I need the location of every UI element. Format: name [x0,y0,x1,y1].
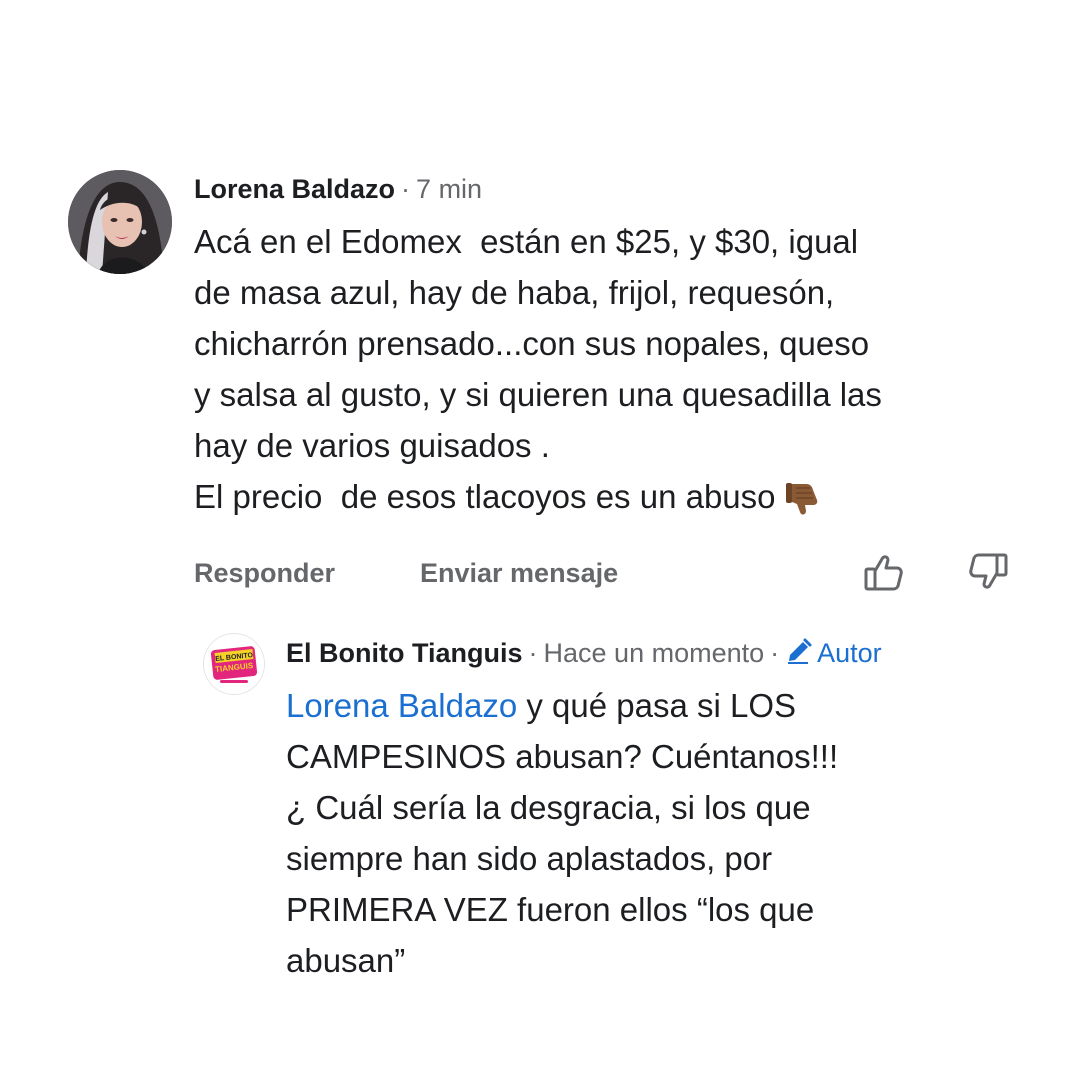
author-name[interactable]: Lorena Baldazo [194,174,395,204]
reply-button[interactable]: Responder [194,558,335,589]
reply-line: siempre han sido aplastados, por [286,840,773,877]
separator: · [401,174,411,204]
comment-header: Lorena Baldazo · 7 min [194,168,1054,210]
reply-line: PRIMERA VEZ fueron ellos “los que [286,891,815,928]
reply-line: y qué pasa si LOS [517,687,797,724]
reply-body: El Bonito Tianguis · Hace un momento · Autor… [286,632,1046,986]
separator: · [770,638,780,668]
comment-line: hay de varios guisados . [194,427,550,464]
thumbs-down-icon [784,478,824,532]
avatar[interactable] [68,170,172,274]
tianguis-logo-icon: EL BONITO TIANGUIS [204,634,264,694]
like-icon[interactable] [862,550,906,601]
comment-line: Acá en el Edomex están en $25, y $30, ig… [194,223,859,260]
mention-link[interactable]: Lorena Baldazo [286,687,517,724]
reply-text: Lorena Baldazo y qué pasa si LOS CAMPESI… [286,680,1046,986]
reply-header: El Bonito Tianguis · Hace un momento · Autor [286,632,1046,674]
reply-line: abusan” [286,942,406,979]
dislike-icon[interactable] [966,550,1010,601]
comment-line: y salsa al gusto, y si quieren una quesa… [194,376,882,413]
author-badge: Autor [785,638,882,668]
comment-body: Lorena Baldazo · 7 min Acá en el Edomex es… [194,168,1054,602]
comment-text: Acá en el Edomex están en $25, y $30, ig… [194,216,1054,532]
page-avatar[interactable]: EL BONITO TIANGUIS [204,634,264,694]
comment-actions: Responder Enviar mensaje [194,550,1054,602]
comment-line: El precio de esos tlacoyos es un abuso [194,478,776,515]
author-badge-label: Autor [817,638,882,668]
pencil-icon [788,638,812,664]
timestamp[interactable]: 7 min [416,174,482,204]
send-message-button[interactable]: Enviar mensaje [420,558,618,589]
profile-photo [68,170,172,274]
timestamp[interactable]: Hace un momento [544,638,765,668]
separator: · [528,638,538,668]
comment-line: chicharrón prensado...con sus nopales, q… [194,325,870,362]
reply-line: ¿ Cuál sería la desgracia, si los que [286,789,811,826]
comment-line: de masa azul, hay de haba, frijol, reque… [194,274,835,311]
reply-line: CAMPESINOS abusan? Cuéntanos!!! [286,738,839,775]
author-name[interactable]: El Bonito Tianguis [286,638,523,668]
